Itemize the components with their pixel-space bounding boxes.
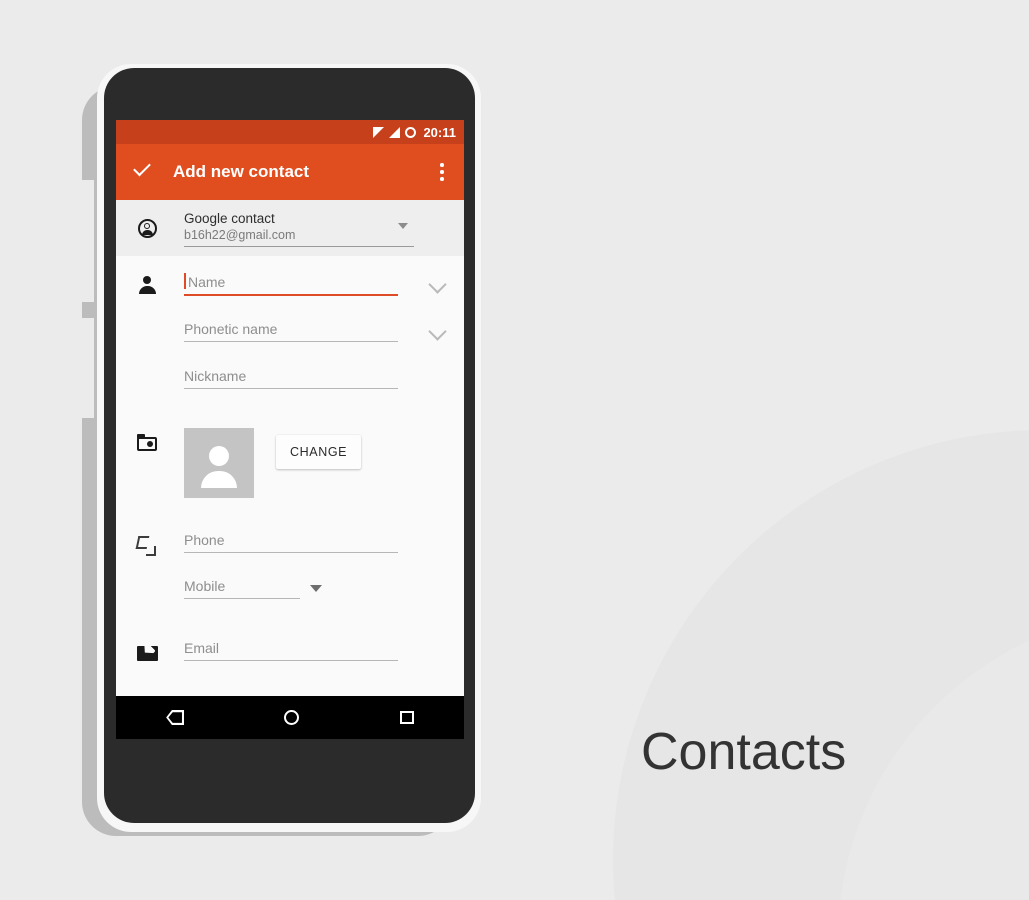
signal-icon <box>389 126 401 138</box>
email-section: Email <box>116 608 464 670</box>
phonetic-name-input[interactable]: Phonetic name <box>184 311 450 351</box>
phone-shadow-notch-upper <box>82 180 94 302</box>
phonetic-name-placeholder: Phonetic name <box>184 321 278 337</box>
phone-type-underline <box>184 598 300 599</box>
back-icon[interactable] <box>166 710 184 725</box>
account-type-label: Google contact <box>184 210 275 226</box>
account-dropdown[interactable]: Google contact b16h22@gmail.com <box>184 210 414 247</box>
email-glyph <box>137 646 158 661</box>
phonetic-name-underline <box>184 341 398 342</box>
more-vertical-icon[interactable] <box>430 158 454 186</box>
account-circle-glyph <box>138 218 157 238</box>
nickname-input[interactable]: Nickname <box>184 358 450 398</box>
person-glyph <box>138 276 156 294</box>
email-icon <box>132 630 184 670</box>
account-circle-icon <box>132 218 166 238</box>
email-fields: Email <box>184 630 464 670</box>
wifi-icon <box>373 126 385 138</box>
home-icon[interactable] <box>284 710 300 725</box>
account-selector-row[interactable]: Google contact b16h22@gmail.com <box>116 200 464 256</box>
recents-icon[interactable] <box>399 711 414 724</box>
app-toolbar: Add new contact <box>116 144 464 200</box>
page-title: Add new contact <box>173 162 310 181</box>
phone-type-select[interactable]: Mobile <box>184 568 450 608</box>
phone-fields: Phone Mobile <box>184 522 464 608</box>
name-section: Name Phonetic name Nickname <box>116 256 464 398</box>
status-time: 20:11 <box>423 124 456 140</box>
caret-down-icon[interactable] <box>310 585 322 592</box>
person-icon <box>132 262 184 398</box>
change-photo-button[interactable]: CHANGE <box>276 435 362 469</box>
name-input-underline <box>184 294 398 296</box>
phone-shadow-notch-lower <box>82 318 94 418</box>
phone-icon <box>132 522 184 608</box>
status-icon-group <box>373 126 417 138</box>
check-icon[interactable] <box>130 159 156 185</box>
phone-section: Phone Mobile <box>116 498 464 608</box>
status-bar: 20:11 <box>116 120 464 144</box>
overflow-dot <box>440 170 444 174</box>
nickname-underline <box>184 388 398 389</box>
photo-controls: CHANGE <box>184 420 464 498</box>
caret-down-icon[interactable] <box>398 222 408 229</box>
camera-icon <box>132 420 184 498</box>
email-input[interactable]: Email <box>184 630 450 670</box>
camera-glyph <box>137 434 157 451</box>
phone-glyph <box>137 536 157 556</box>
text-cursor <box>184 273 186 289</box>
email-placeholder: Email <box>184 640 220 656</box>
alarm-icon <box>405 126 417 138</box>
phone-number-underline <box>184 552 398 553</box>
account-email-label: b16h22@gmail.com <box>184 227 296 242</box>
name-input[interactable]: Name <box>184 264 450 304</box>
overflow-dot <box>440 163 444 168</box>
photo-row: CHANGE <box>184 420 450 498</box>
nickname-placeholder: Nickname <box>184 368 247 384</box>
email-underline <box>184 660 398 661</box>
phone-number-input[interactable]: Phone <box>184 522 450 562</box>
phone-number-placeholder: Phone <box>184 532 225 548</box>
name-fields: Name Phonetic name Nickname <box>184 262 464 398</box>
overflow-dot <box>440 176 444 181</box>
phone-mockup: 20:11 Add new contact Google contact b16… <box>0 0 1029 900</box>
name-input-placeholder: Name <box>188 274 226 290</box>
android-nav-bar <box>116 696 464 739</box>
phone-screen: 20:11 Add new contact Google contact b16… <box>116 120 464 696</box>
contact-photo-placeholder[interactable] <box>184 428 254 498</box>
photo-section: CHANGE <box>116 398 464 498</box>
